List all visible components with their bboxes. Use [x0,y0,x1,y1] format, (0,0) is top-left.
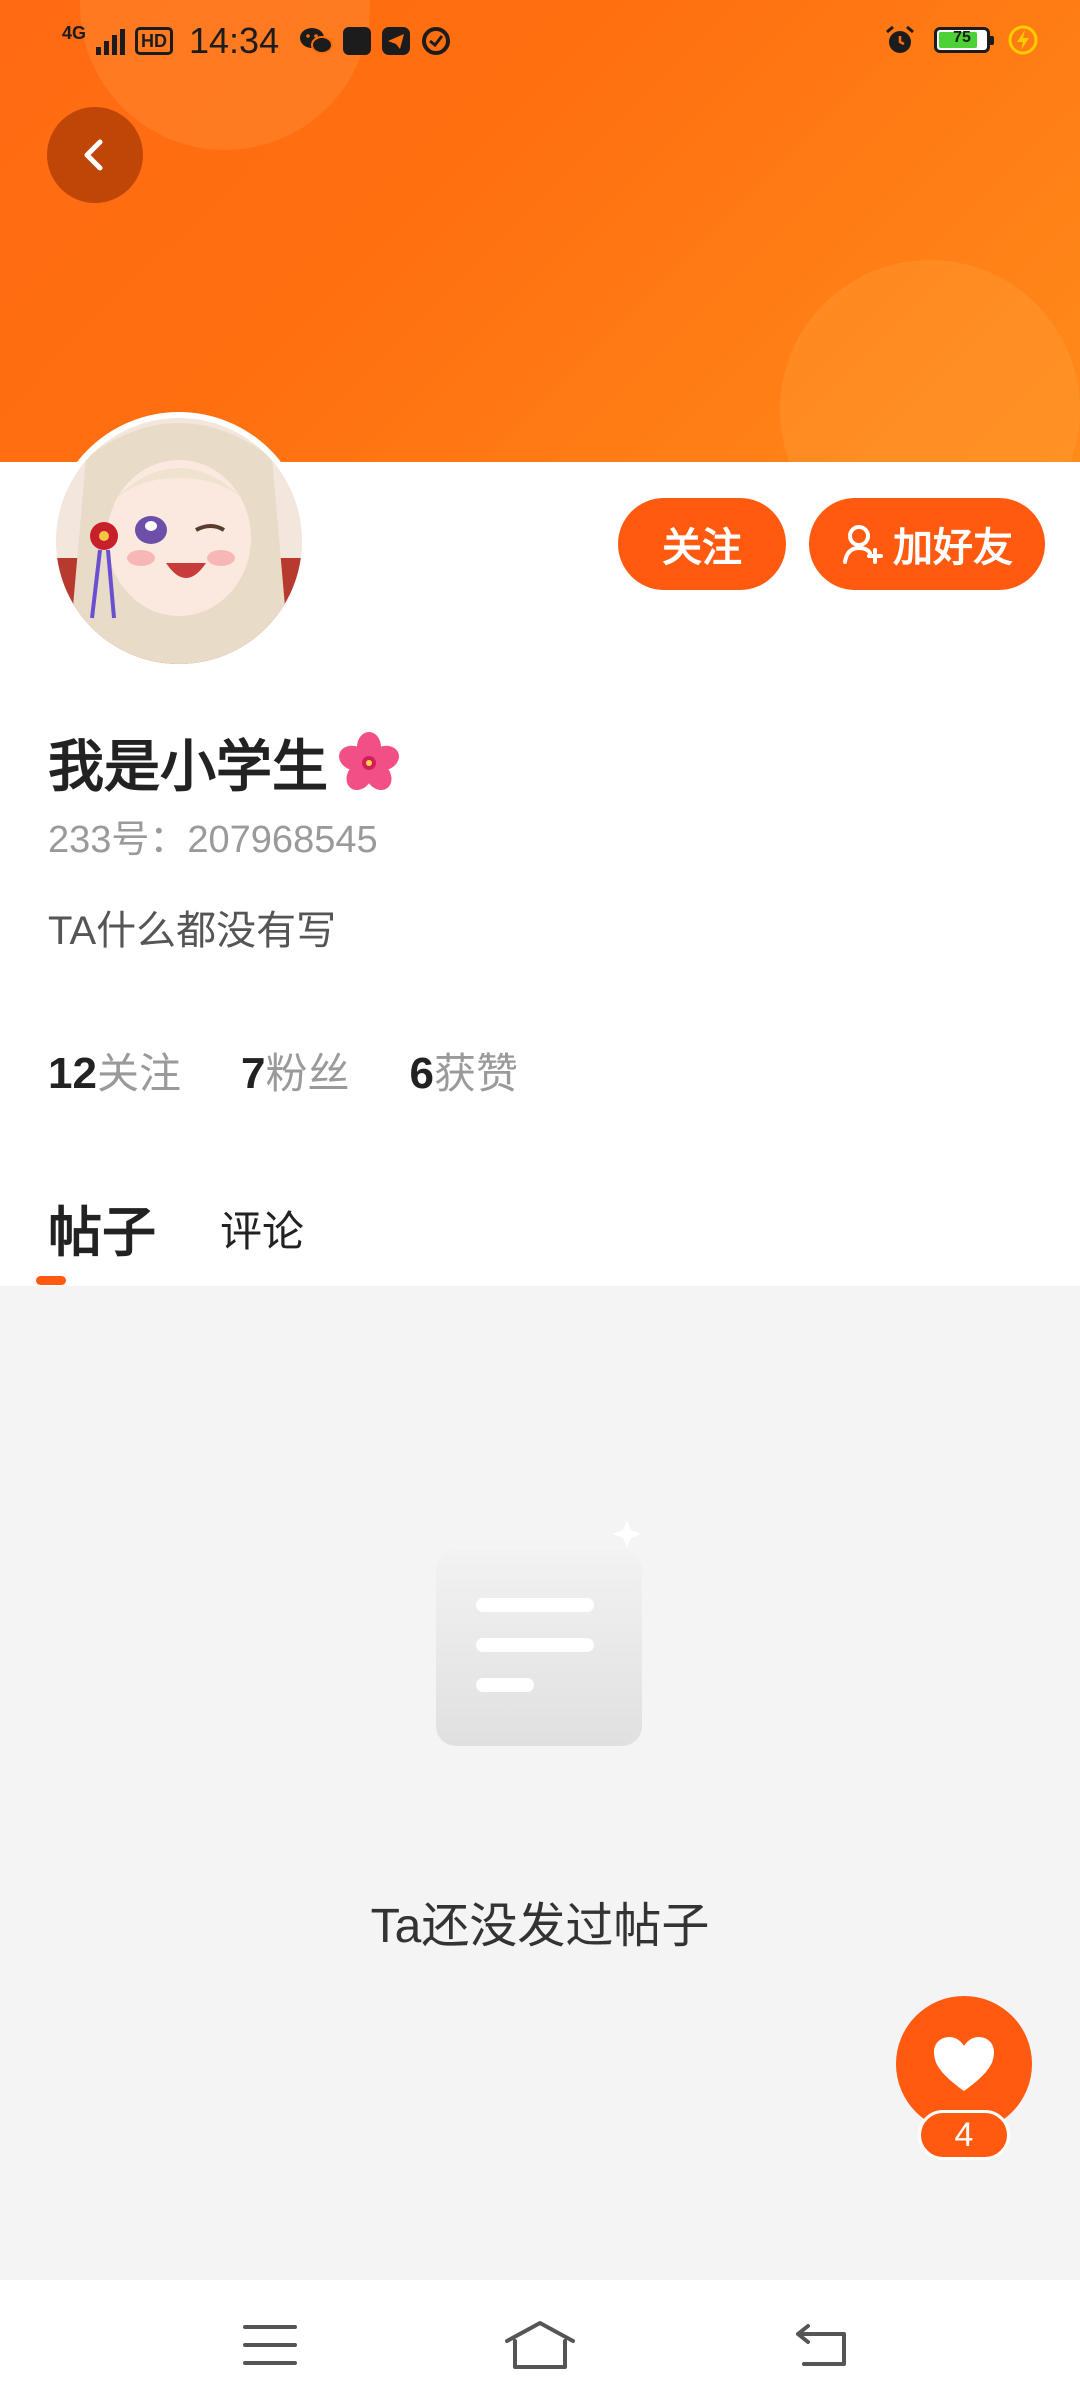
tab-comments[interactable]: 评论 [220,1198,304,1267]
menu-icon [243,2325,297,2365]
profile-stats: 12 关注 7 粉丝 6 获赞 [48,1040,518,1101]
charging-icon [1008,25,1038,55]
stat-following-label: 关注 [96,1050,181,1097]
stat-fans[interactable]: 7 粉丝 [241,1040,350,1101]
nav-menu-button[interactable] [230,2310,310,2380]
tab-active-indicator [36,1276,66,1285]
stat-likes-count: 6 [409,1049,434,1098]
stat-likes[interactable]: 6 获赞 [409,1040,518,1101]
profile-header: 4G HD 14:34 75 [0,0,1080,462]
avatar[interactable] [50,412,308,670]
heart-icon [934,2037,994,2091]
home-icon [505,2321,575,2369]
header-decoration [780,260,1080,462]
stat-likes-label: 获赞 [433,1050,518,1097]
hd-icon: HD [135,27,174,55]
battery-icon: 75 [934,27,994,53]
stat-following[interactable]: 12 关注 [48,1040,181,1101]
profile-tabs: 帖子 评论 [48,1188,304,1267]
back-button[interactable] [47,107,143,203]
nav-home-button[interactable] [500,2310,580,2380]
follow-button[interactable]: 关注 [618,498,786,590]
check-circle-icon [421,26,451,56]
user-plus-icon [843,525,883,564]
network-type: 4G [62,22,87,43]
system-navigation-bar [0,2280,1080,2408]
user-bio: TA什么都没有写 [48,909,337,953]
nav-back-button[interactable] [782,2310,862,2380]
app-icon [343,27,372,55]
username-text: 我是小学生 [48,735,328,798]
empty-state-text: Ta还没发过帖子 [370,1900,710,1953]
username: 我是小学生 [48,722,404,803]
hibiscus-icon [339,731,399,790]
add-friend-button[interactable]: 加好友 [809,498,1045,590]
status-time: 14:34 [189,20,280,61]
alarm-icon [884,24,916,56]
user-id: 233号：207968545 [48,819,378,861]
document-icon [436,1520,642,1746]
stat-following-count: 12 [48,1049,97,1098]
tab-posts[interactable]: 帖子 [48,1188,156,1267]
like-count-badge: 4 [918,2110,1010,2160]
wechat-icon [299,26,334,56]
avatar-image [56,418,302,664]
follow-button-label: 关注 [662,526,742,570]
add-friend-label: 加好友 [893,526,1013,570]
status-bar: 4G HD 14:34 75 [0,0,1080,84]
back-icon [796,2324,846,2366]
chevron-left-icon [84,139,103,171]
telegram-icon [381,26,411,56]
signal-icon [96,27,126,55]
stat-fans-label: 粉丝 [265,1050,350,1097]
stat-fans-count: 7 [240,1049,266,1098]
